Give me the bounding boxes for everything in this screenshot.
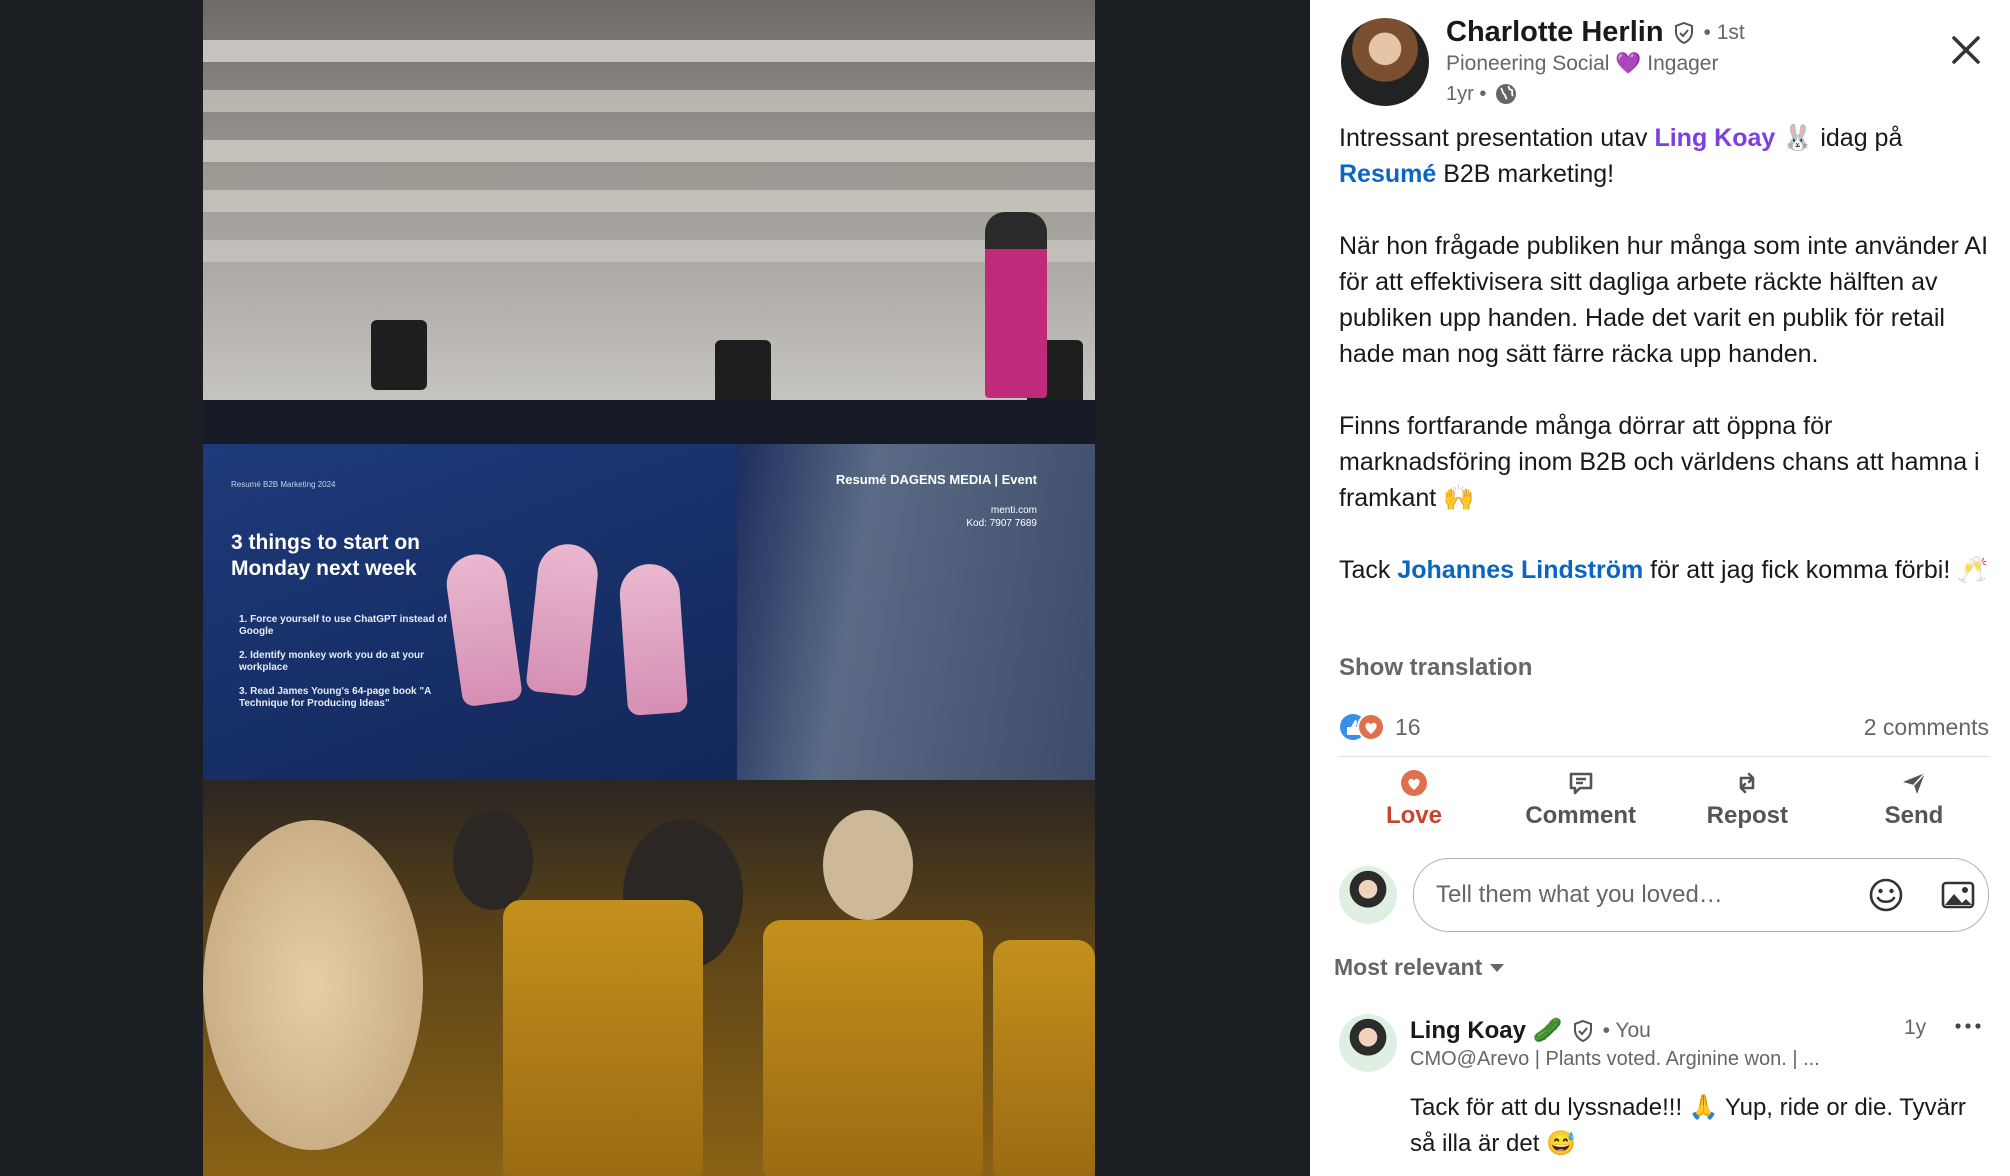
speaker-figure [985,212,1047,398]
comment-time: 1y [1904,1016,1927,1039]
post-body: Intressant presentation utav Ling Koay 🐰… [1339,120,1989,624]
caret-down-icon [1490,963,1505,972]
post-paragraph: Intressant presentation utav Ling Koay 🐰… [1339,124,1903,188]
post-paragraph: När hon frågade publiken hur många som i… [1339,232,1989,368]
menti-info: menti.com Kod: 7907 7689 [966,504,1037,530]
love-icon [1401,770,1427,796]
comment-button[interactable]: Comment [1506,768,1656,838]
slide: Resumé B2B Marketing 2024 3 things to st… [203,444,737,804]
commenter-headline: CMO@Arevo | Plants voted. Arginine won. … [1410,1048,1820,1070]
dancer-figure [525,541,601,697]
post-time-row: 1yr • [1446,82,1518,106]
post-paragraph: Finns fortfarande många dörrar att öppna… [1339,412,1980,512]
mention-link[interactable]: Johannes Lindström [1397,556,1643,584]
divider [1339,756,1989,757]
love-button[interactable]: Love [1339,768,1489,838]
mention-link[interactable]: Ling Koay [1654,124,1775,152]
audience [203,780,1095,1176]
comment-label: Comment [1525,802,1636,829]
slide-item: 3. Read James Young's 64-page book "A Te… [239,686,431,709]
post-photo[interactable]: Resumé B2B Marketing 2024 3 things to st… [203,0,1095,1176]
globe-icon [1496,84,1517,104]
current-user-avatar[interactable] [1339,866,1397,924]
author-avatar[interactable] [1341,18,1429,106]
author-name-row: Charlotte Herlin • 1st [1446,16,1745,49]
verified-shield-icon [1573,1019,1592,1042]
photo-ceiling [203,0,1095,410]
comment-icon [1569,772,1592,795]
more-icon[interactable] [1950,1014,1986,1038]
slide-item: 1. Force yourself to use ChatGPT instead… [239,614,447,637]
comment-composer [1413,858,1989,932]
company-link[interactable]: Resumé [1339,160,1436,188]
connection-degree: • 1st [1703,20,1745,44]
slide-item: 2. Identify monkey work you do at your w… [239,650,425,673]
author-name[interactable]: Charlotte Herlin [1446,16,1664,49]
post-time: 1yr • [1446,82,1487,105]
show-translation-button[interactable]: Show translation [1339,654,1532,682]
send-label: Send [1884,802,1944,829]
event-logos: Resumé DAGENS MEDIA | Event [835,472,1037,487]
reaction-icons[interactable] [1339,712,1389,742]
post-actions: Love Comment Repost Send [1339,768,1989,838]
author-headline: Pioneering Social 💜 Ingager [1446,52,1719,75]
post-paragraph: Tack Johannes Lindström för att jag fick… [1339,556,1989,584]
slide-header: Resumé B2B Marketing 2024 [231,480,336,489]
comment-text: Tack för att du lyssnade!!! 🙏 Yup, ride … [1410,1094,1966,1157]
commenter-badge: • You [1602,1018,1651,1042]
repost-button[interactable]: Repost [1672,768,1822,838]
emoji-icon[interactable] [1866,875,1906,915]
menti-code: Kod: 7907 7689 [966,518,1037,529]
repost-label: Repost [1706,802,1788,829]
verified-shield-icon [1674,21,1693,44]
sort-label: Most relevant [1334,954,1483,980]
comment-author-row: Ling Koay 🥒 • You [1410,1016,1651,1045]
image-icon[interactable] [1938,875,1978,915]
close-icon[interactable] [1946,30,1986,70]
repost-icon [1740,772,1755,794]
sort-comments-dropdown[interactable]: Most relevant [1334,954,1506,981]
dancer-figure [442,550,524,708]
dancer-figure [617,562,689,716]
reactions-count[interactable]: 16 [1395,714,1421,741]
menti-url: menti.com [990,505,1037,516]
comment-input[interactable] [1434,875,1858,915]
comments-count[interactable]: 2 comments [1864,714,1989,741]
commenter-name[interactable]: Ling Koay 🥒 [1410,1016,1563,1045]
love-label: Love [1385,802,1442,829]
post-panel: Charlotte Herlin • 1st Pioneering Social… [1310,0,2010,1176]
social-counts: 16 2 comments [1339,710,1989,746]
commenter-avatar[interactable] [1339,1014,1397,1072]
send-icon [1902,772,1926,794]
photo-viewer: Resumé B2B Marketing 2024 3 things to st… [0,0,1310,1176]
slide-list: 1. Force yourself to use ChatGPT instead… [239,614,449,722]
send-button[interactable]: Send [1839,768,1989,838]
